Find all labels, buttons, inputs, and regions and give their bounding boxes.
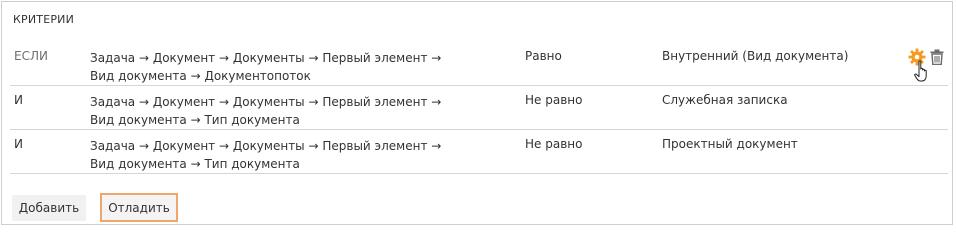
row-value[interactable]: Проектный документ <box>662 137 798 151</box>
path-line: Вид документа → Тип документа <box>90 157 300 171</box>
panel-title: КРИТЕРИИ <box>13 13 75 26</box>
criteria-row[interactable]: И Задача → Документ → Документы → Первый… <box>10 86 948 130</box>
trash-icon[interactable] <box>930 49 944 65</box>
row-field-path[interactable]: Задача → Документ → Документы → Первый э… <box>90 137 470 173</box>
row-keyword: И <box>14 137 23 151</box>
row-keyword: И <box>14 93 23 107</box>
hand-pointer-icon <box>914 60 927 82</box>
path-line: Вид документа → Документопоток <box>90 69 311 83</box>
row-actions <box>908 48 948 88</box>
row-operator[interactable]: Равно <box>525 49 562 63</box>
path-line: Задача → Документ → Документы → Первый э… <box>90 139 442 153</box>
path-line: Задача → Документ → Документы → Первый э… <box>90 95 442 109</box>
row-field-path[interactable]: Задача → Документ → Документы → Первый э… <box>90 93 470 129</box>
add-button[interactable]: Добавить <box>12 195 86 221</box>
criteria-row[interactable]: ЕСЛИ Задача → Документ → Документы → Пер… <box>10 42 948 86</box>
row-operator[interactable]: Не равно <box>525 137 582 151</box>
row-value[interactable]: Служебная записка <box>662 93 788 107</box>
criteria-row[interactable]: И Задача → Документ → Документы → Первый… <box>10 130 948 174</box>
criteria-panel: КРИТЕРИИ ЕСЛИ Задача → Документ → Докуме… <box>1 1 953 225</box>
debug-button[interactable]: Отладить <box>100 193 178 222</box>
row-operator[interactable]: Не равно <box>525 93 582 107</box>
row-keyword: ЕСЛИ <box>14 49 48 63</box>
row-value[interactable]: Внутренний (Вид документа) <box>662 49 848 63</box>
path-line: Вид документа → Тип документа <box>90 113 300 127</box>
row-field-path[interactable]: Задача → Документ → Документы → Первый э… <box>90 49 470 85</box>
path-line: Задача → Документ → Документы → Первый э… <box>90 51 442 65</box>
